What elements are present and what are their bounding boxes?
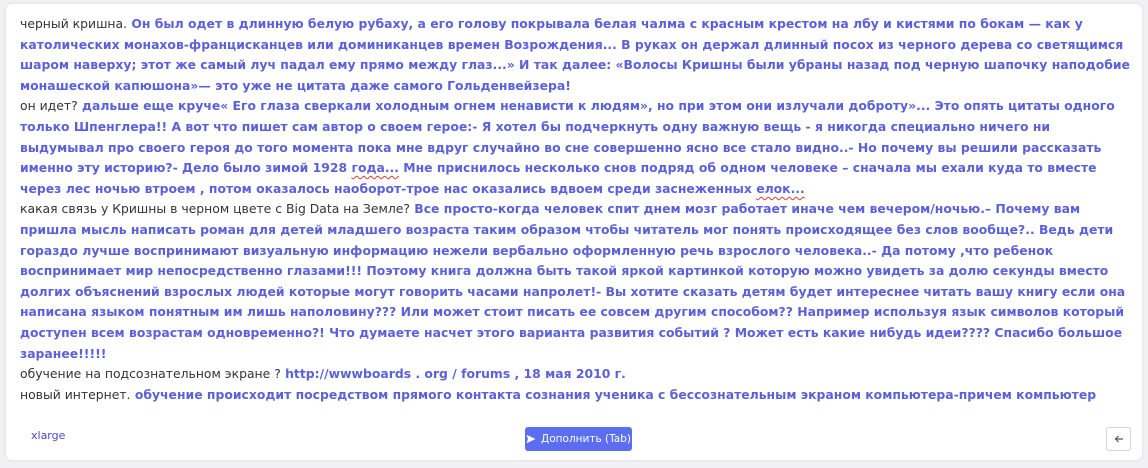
prompt-text: он идет? xyxy=(20,98,78,114)
text-editor[interactable]: черный кришна. Он был одет в длинную бел… xyxy=(20,14,1132,406)
paragraph-5: новый интернет. обучение происходит поср… xyxy=(20,385,1132,406)
generated-text: Он был одет в длинную белую рубаху, а ег… xyxy=(20,16,1130,93)
paragraph-2: он идет? дальше еще круче« Его глаза све… xyxy=(20,96,1132,199)
prompt-text: новый интернет. xyxy=(20,386,131,402)
generated-text: http://wwwboards . org / forums , 18 мая… xyxy=(280,366,626,382)
paragraph-3: какая связь у Кришны в черном цвете с Bi… xyxy=(20,199,1132,364)
paragraph-4: обучение на подсознательном экране ? htt… xyxy=(20,364,1132,385)
editor-card: черный кришна. Он был одет в длинную бел… xyxy=(6,4,1142,460)
spelling-flagged-text: года... xyxy=(351,160,399,176)
prompt-text: черный кришна. xyxy=(20,16,128,31)
complete-button-label: Дополнить (Tab) xyxy=(541,433,631,445)
prompt-text: обучение на подсознательном экране ? xyxy=(20,366,281,382)
complete-button[interactable]: Дополнить (Tab) xyxy=(525,427,632,451)
back-button[interactable] xyxy=(1106,427,1131,451)
arrow-left-icon xyxy=(1114,435,1123,443)
generated-text: обучение происходит посредством прямого … xyxy=(134,386,1097,402)
prompt-text: какая связь у Кришны в черном цвете с Bi… xyxy=(20,201,410,217)
spelling-flagged-text: елок... xyxy=(756,180,805,196)
generated-text: Все просто-когда человек спит днем мозг … xyxy=(20,201,1126,361)
send-icon xyxy=(526,434,536,444)
model-size-label[interactable]: xlarge xyxy=(31,429,65,442)
paragraph-1: черный кришна. Он был одет в длинную бел… xyxy=(20,14,1132,96)
